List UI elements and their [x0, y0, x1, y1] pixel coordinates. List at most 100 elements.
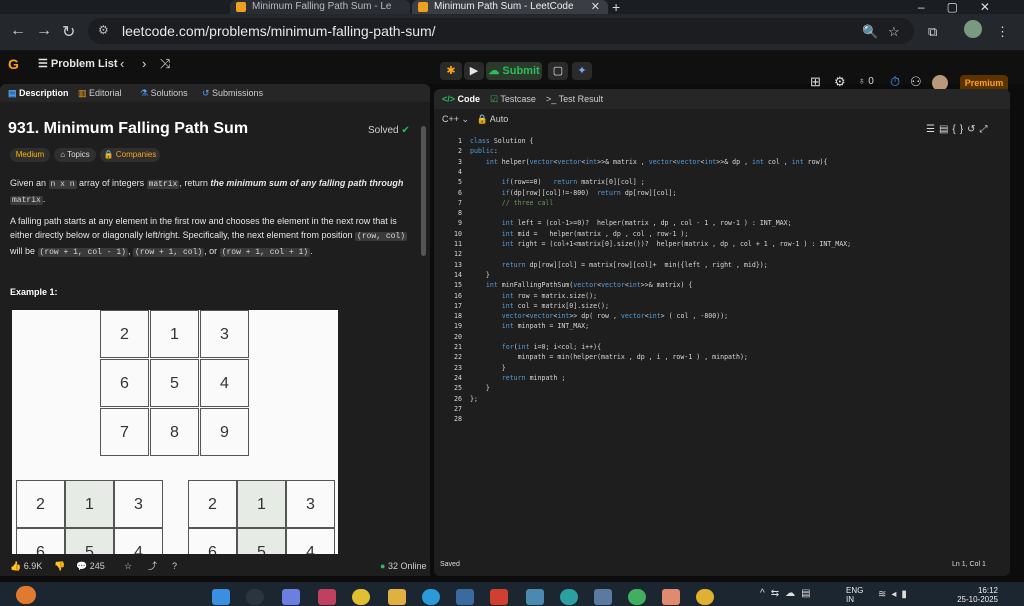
code-line[interactable]: 7 // three call [440, 198, 1000, 208]
new-tab-icon[interactable]: + [612, 0, 620, 15]
code-line[interactable]: 3 int helper(vector<vector<int>>& matrix… [440, 157, 1000, 167]
leetcode-logo-icon[interactable]: G [8, 56, 19, 72]
comments-button[interactable]: 💬 245 [76, 556, 105, 576]
zoom-search-icon[interactable]: 🔍 [862, 24, 878, 40]
topics-chip[interactable]: ⌂ Topics [54, 148, 96, 162]
tab-editorial[interactable]: ▥ Editorial [78, 84, 122, 102]
file-explorer-icon[interactable] [388, 589, 406, 605]
editor-toolbar[interactable]: ☰▤{}↺⤢ [926, 124, 991, 135]
code-line[interactable]: 22 minpath = min(helper(matrix , dp , i … [440, 352, 1000, 362]
companies-label: Companies [115, 150, 157, 159]
code-line[interactable]: 16 int row = matrix.size(); [440, 291, 1000, 301]
close-tab-icon[interactable]: ✕ [591, 0, 600, 14]
problem-title[interactable]: 931. Minimum Falling Path Sum [8, 120, 248, 138]
code-line[interactable]: 8 [440, 208, 1000, 218]
code-line[interactable]: 13 return dp[row][col] = matrix[row][col… [440, 260, 1000, 270]
streak-counter[interactable]: ♁ 0 [858, 76, 874, 87]
code-line[interactable]: 11 int right = (col+1<matrix[0].size())?… [440, 239, 1000, 249]
code-line[interactable]: 17 int col = matrix[0].size(); [440, 301, 1000, 311]
code-line[interactable]: 24 return minpath ; [440, 373, 1000, 383]
app-icon[interactable] [318, 589, 336, 605]
back-arrow-icon[interactable]: ← [10, 22, 26, 40]
tab-testcase[interactable]: ☑ Testcase [490, 89, 536, 109]
ai-sparkle-icon[interactable]: ✦ [572, 62, 592, 80]
code-line[interactable]: 25 } [440, 383, 1000, 393]
code-line[interactable]: 1 class Solution { [440, 136, 1000, 146]
bookmark-star-icon[interactable]: ☆ [888, 24, 900, 40]
tab-description[interactable]: ▤ Description [8, 84, 69, 102]
code-line[interactable]: 18 vector<vector<int>> dp( row , vector<… [440, 311, 1000, 321]
tab-code[interactable]: </> Code [442, 89, 480, 109]
browser-tab-2[interactable]: Minimum Path Sum - LeetCode ✕ [412, 0, 608, 14]
code-line[interactable]: 5 if(row==0) return matrix[0][col] ; [440, 177, 1000, 187]
language-select[interactable]: C++ ⌄ [442, 114, 469, 124]
store-icon[interactable] [456, 589, 474, 605]
clock[interactable]: 16:12 25-10-2025 [938, 586, 998, 604]
dislike-icon[interactable]: 👎 [54, 556, 65, 576]
chrome-icon[interactable] [352, 589, 370, 605]
help-icon[interactable]: ? [172, 556, 177, 576]
debug-icon[interactable]: ✱ [440, 62, 462, 80]
copilot-icon[interactable] [282, 589, 300, 605]
companies-chip[interactable]: 🔒 Companies [100, 148, 160, 162]
prev-problem-icon[interactable]: ‹ [120, 56, 124, 71]
favorite-star-icon[interactable]: ☆ [124, 556, 132, 576]
code-line[interactable]: 21 for(int i=0; i<col; i++){ [440, 342, 1000, 352]
reload-icon[interactable]: ↻ [62, 22, 75, 42]
like-button[interactable]: 👍 6.9K [10, 556, 42, 576]
tab-submissions[interactable]: ↺ Submissions [202, 84, 263, 102]
code-line[interactable]: 15 int minFallingPathSum(vector<vector<i… [440, 280, 1000, 290]
wifi-volume-battery-icons[interactable]: ≋◂▮ [878, 589, 912, 600]
edge-icon[interactable] [422, 589, 440, 605]
add-user-icon[interactable]: ⚇ [910, 74, 922, 90]
timer-icon[interactable]: ⏱ [890, 74, 900, 90]
code-line[interactable]: 6 if(dp[row][col]!=-800) return dp[row][… [440, 188, 1000, 198]
system-tray-icons[interactable]: ^⇆☁▤ [760, 588, 817, 599]
layout-grid-icon[interactable]: ⊞ [810, 74, 821, 90]
next-problem-icon[interactable]: › [142, 56, 146, 71]
code-line[interactable]: 2 public: [440, 146, 1000, 156]
windows-start-icon[interactable] [212, 589, 230, 605]
tab-test-result[interactable]: >_ Test Result [546, 89, 603, 109]
mcafee-icon[interactable] [490, 589, 508, 605]
app-icon[interactable] [662, 589, 680, 605]
code-editor[interactable]: 1 class Solution {2 public: 3 int helper(ve… [440, 136, 1000, 556]
app-icon[interactable] [560, 589, 578, 605]
forward-arrow-icon[interactable]: → [36, 22, 52, 40]
code-line[interactable]: 10 int mid = helper(matrix , dp , col , … [440, 229, 1000, 239]
profile-avatar[interactable] [964, 20, 982, 38]
submit-button[interactable]: ☁ Submit [486, 62, 542, 80]
code-line[interactable]: 9 int left = (col-1>=0)? helper(matrix ,… [440, 218, 1000, 228]
chrome-profile-icon[interactable] [628, 589, 646, 605]
tab-solutions[interactable]: ⚗ Solutions [140, 84, 188, 102]
menu-kebab-icon[interactable]: ⋮ [996, 24, 1009, 40]
share-icon[interactable]: ⤴ [148, 556, 157, 576]
app-icon[interactable] [526, 589, 544, 605]
code-line[interactable]: 28 [440, 414, 1000, 424]
search-icon[interactable] [246, 589, 264, 605]
code-line[interactable]: 12 [440, 249, 1000, 259]
shuffle-icon[interactable]: ⤨ [160, 56, 170, 72]
code-line[interactable]: 4 [440, 167, 1000, 177]
mode-select[interactable]: 🔒 Auto [477, 114, 509, 124]
code-line[interactable]: 23 } [440, 363, 1000, 373]
description-scrollbar[interactable] [421, 126, 426, 256]
window-controls[interactable]: –▢✕ [918, 0, 1012, 14]
input-language[interactable]: ENG IN [846, 586, 863, 604]
code-line[interactable]: 14 } [440, 270, 1000, 280]
run-play-icon[interactable]: ▶ [464, 62, 484, 80]
browser-tab-1[interactable]: Minimum Falling Path Sum - Le [230, 0, 410, 14]
site-info-icon[interactable]: ⚙ [98, 23, 109, 37]
chrome-active-icon[interactable] [696, 589, 714, 605]
notes-icon[interactable]: ▢ [548, 62, 568, 80]
code-line[interactable]: 20 [440, 332, 1000, 342]
code-line[interactable]: 26}; [440, 394, 1000, 404]
code-line[interactable]: 27 [440, 404, 1000, 414]
code-line[interactable]: 19 int minpath = INT_MAX; [440, 321, 1000, 331]
app-icon[interactable] [594, 589, 612, 605]
problem-list-link[interactable]: ☰ Problem List [38, 57, 118, 70]
url-text[interactable]: leetcode.com/problems/minimum-falling-pa… [122, 23, 436, 39]
settings-gear-icon[interactable]: ⚙ [834, 74, 846, 90]
extensions-icon[interactable]: ⧉ [928, 24, 937, 40]
weather-widget-icon[interactable] [16, 586, 36, 604]
